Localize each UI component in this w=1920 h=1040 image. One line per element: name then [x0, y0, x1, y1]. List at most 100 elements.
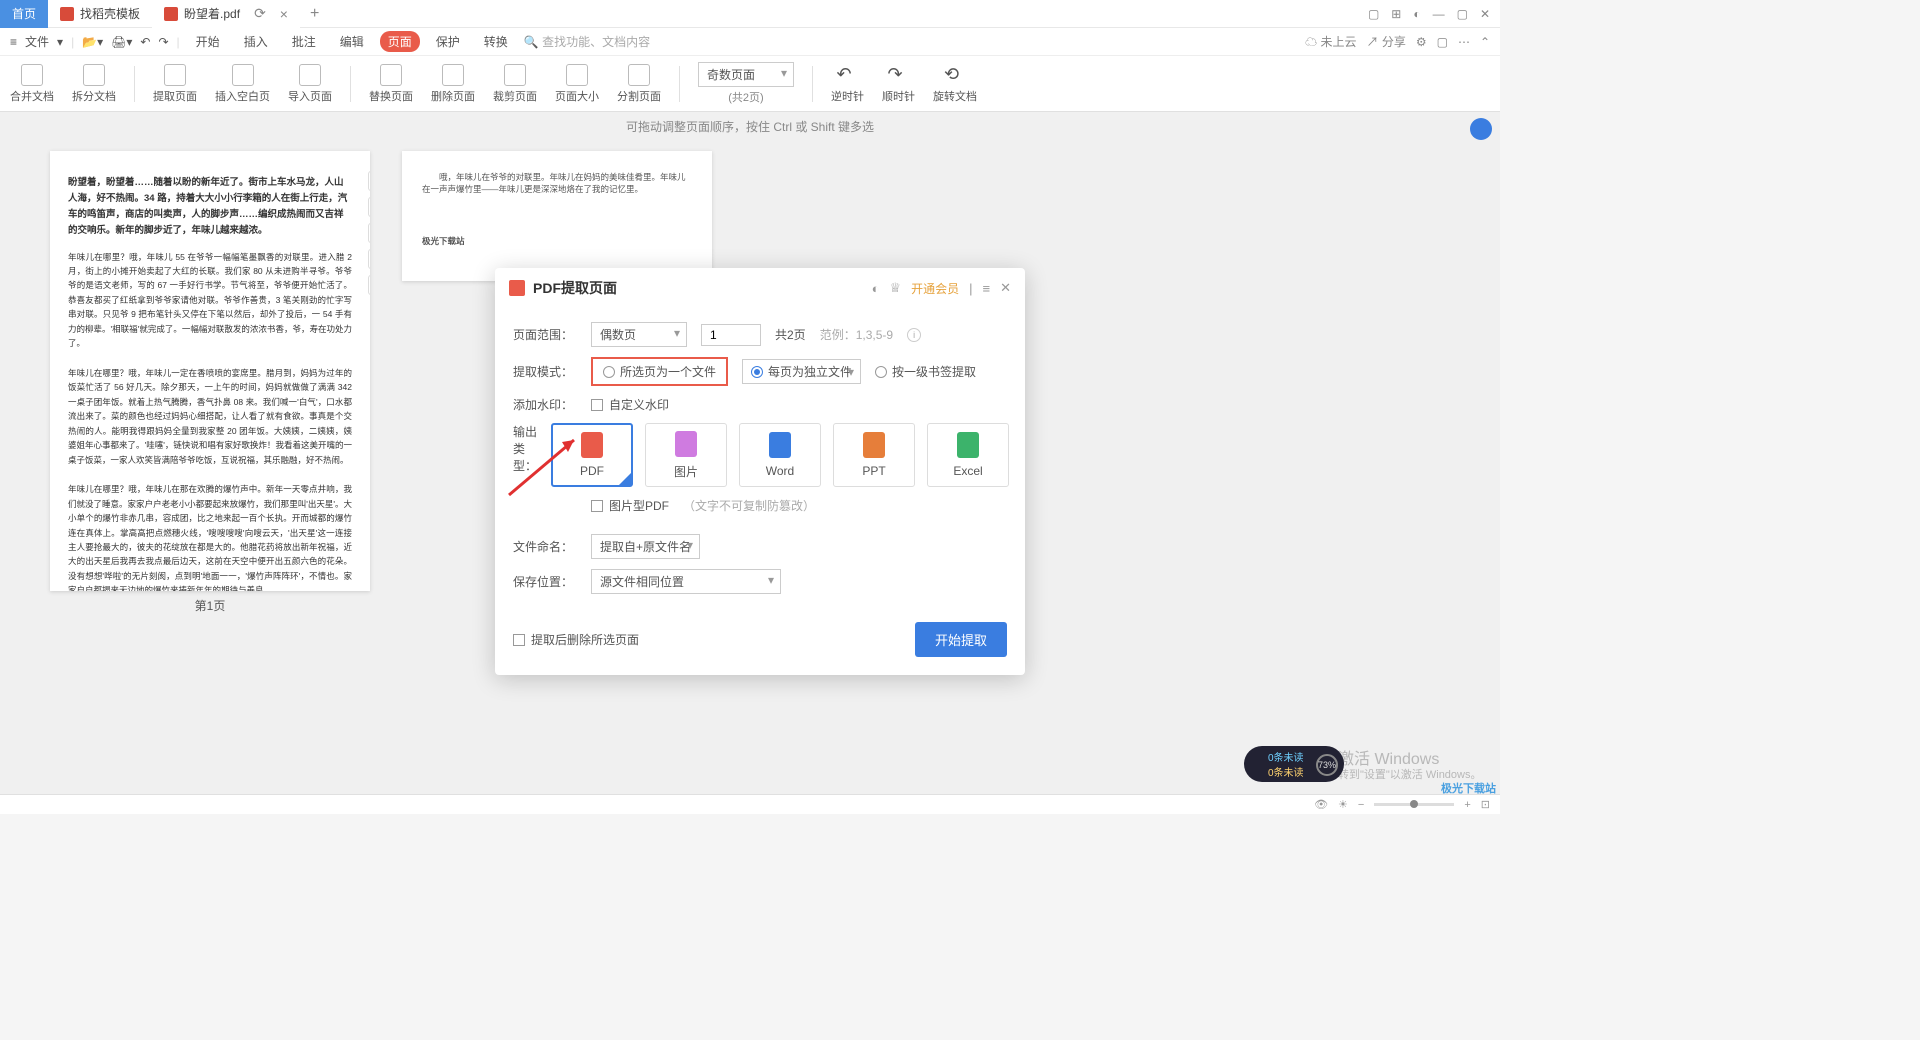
out-ppt[interactable]: PPT [833, 423, 915, 487]
rotate-icon[interactable]: ⟲ [368, 171, 370, 191]
float-badge[interactable] [1470, 118, 1492, 140]
out-excel[interactable]: Excel [927, 423, 1009, 487]
word-file-icon [769, 432, 791, 458]
share-button[interactable]: ↗ 分享 [1366, 33, 1405, 50]
import-icon [299, 64, 321, 86]
tool-rotate-cw[interactable]: ↷顺时针 [882, 64, 915, 104]
mode-each-file[interactable]: 每页为独立文件 [742, 359, 861, 384]
filename-select[interactable]: 提取自+原文件名 [591, 534, 700, 559]
range-select[interactable]: 偶数页 [591, 322, 687, 347]
zoom-out-icon[interactable]: − [1358, 799, 1364, 811]
zoom-icon[interactable]: ⊕ [368, 275, 370, 295]
dialog-title: PDF提取页面 [533, 278, 864, 298]
range-example: 范例：1,3,5-9 [820, 326, 893, 343]
menu-convert[interactable]: 转换 [476, 31, 516, 52]
range-input[interactable] [701, 324, 761, 346]
tool-insert-blank[interactable]: 插入空白页 [215, 64, 270, 104]
search-input[interactable]: 🔍 查找功能、文档内容 [524, 33, 650, 50]
tab-template[interactable]: 找稻壳模板 [48, 0, 152, 28]
tool-crop[interactable]: 裁剪页面 [493, 64, 537, 104]
notification-pill[interactable]: 0条未读 0条未读 73% [1244, 746, 1344, 782]
image-pdf-note: （文字不可复制防篡改） [683, 497, 815, 514]
tool-divide[interactable]: 分割页面 [617, 64, 661, 104]
mode-label: 提取模式： [513, 363, 577, 380]
trash-icon[interactable]: 🗑 [368, 249, 370, 269]
location-label: 保存位置： [513, 573, 577, 590]
refresh-icon[interactable]: ⟳ [254, 5, 266, 22]
ppt-file-icon [863, 432, 885, 458]
grid-icon[interactable]: ⊞ [1391, 7, 1401, 21]
chevron-up-icon[interactable]: ⌃ [1480, 35, 1490, 49]
layout-icon[interactable]: ▢ [1368, 7, 1379, 21]
avatar-small-icon[interactable]: ◐ [872, 281, 880, 296]
close-icon[interactable]: × [280, 6, 288, 22]
dialog-menu-icon[interactable]: ≡ [983, 281, 991, 296]
sun-icon[interactable]: ☀ [1338, 798, 1348, 811]
tool-merge[interactable]: 合并文档 [10, 64, 54, 104]
close-window-icon[interactable]: ✕ [1480, 7, 1490, 21]
tool-rotate-doc[interactable]: ⟲旋转文档 [933, 64, 977, 104]
more-icon[interactable]: ⋯ [1458, 35, 1470, 49]
mode-one-file[interactable]: 所选页为一个文件 [591, 357, 728, 386]
search-page-icon[interactable]: 🔍 [368, 197, 370, 217]
tool-extract[interactable]: 提取页面 [153, 64, 197, 104]
tool-rotate-ccw[interactable]: ↶逆时针 [831, 64, 864, 104]
open-icon[interactable]: 📂▾ [82, 35, 103, 49]
out-word[interactable]: Word [739, 423, 821, 487]
avatar-icon[interactable]: ◐ [1413, 7, 1420, 21]
menu-protect[interactable]: 保护 [428, 31, 468, 52]
workspace-hint: 可拖动调整页面顺序，按住 Ctrl 或 Shift 键多选 [0, 112, 1500, 141]
hamburger-icon[interactable]: ≡ [10, 35, 17, 49]
cloud-status[interactable]: ☁ 未上云 [1305, 33, 1356, 50]
tool-replace[interactable]: 替换页面 [369, 64, 413, 104]
menu-edit[interactable]: 编辑 [332, 31, 372, 52]
tool-import[interactable]: 导入页面 [288, 64, 332, 104]
gear-icon[interactable]: ⚙ [1416, 35, 1427, 49]
image-pdf-checkbox[interactable]: 图片型PDF [591, 497, 669, 514]
divide-icon [628, 64, 650, 86]
page1-p2: 年味儿在哪里？哦，年味儿一定在香喷喷的宴席里。腊月到，妈妈为过年的饭菜忙活了 5… [68, 366, 352, 467]
new-tab-button[interactable]: + [300, 5, 329, 23]
page-1[interactable]: ⟲ 🔍 ⧉ 🗑 ⊕ 盼望着，盼望着……随着以盼的新年近了。街市上车水马龙，人山人… [50, 151, 370, 591]
menu-annotate[interactable]: 批注 [284, 31, 324, 52]
out-pdf[interactable]: PDF [551, 423, 633, 487]
vip-link[interactable]: 开通会员 [911, 280, 959, 297]
file-menu[interactable]: 文件 [25, 33, 49, 50]
split-icon [83, 64, 105, 86]
fit-icon[interactable]: ⊡ [1481, 798, 1490, 811]
tool-delete[interactable]: 删除页面 [431, 64, 475, 104]
out-image[interactable]: 图片 [645, 423, 727, 487]
dialog-close-icon[interactable]: ✕ [1000, 280, 1011, 296]
print-icon[interactable]: 🖨▾ [111, 35, 132, 49]
tab-home-label: 首页 [12, 5, 36, 22]
tool-split[interactable]: 拆分文档 [72, 64, 116, 104]
info-icon[interactable]: i [907, 328, 921, 342]
redo-icon[interactable]: ↷ [158, 35, 168, 49]
location-select[interactable]: 源文件相同位置 [591, 569, 781, 594]
panel-icon[interactable]: ▢ [1437, 35, 1448, 49]
zoom-slider[interactable] [1374, 803, 1454, 806]
tab-document-label: 盼望着.pdf [184, 5, 240, 22]
watermark-checkbox[interactable]: 自定义水印 [591, 396, 669, 413]
dialog-icon [509, 280, 525, 296]
start-extract-button[interactable]: 开始提取 [915, 622, 1007, 657]
zoom-in-icon[interactable]: + [1464, 799, 1470, 811]
menu-start[interactable]: 开始 [188, 31, 228, 52]
tab-home[interactable]: 首页 [0, 0, 48, 28]
view-icon[interactable]: 👁 [1314, 798, 1328, 811]
mode-bookmark[interactable]: 按一级书签提取 [875, 363, 976, 380]
rotate-ccw-icon: ↶ [837, 64, 859, 86]
maximize-icon[interactable]: ▢ [1457, 7, 1468, 21]
menu-page[interactable]: 页面 [380, 31, 420, 52]
page-select[interactable]: 奇数页面 [698, 62, 794, 87]
tool-size[interactable]: 页面大小 [555, 64, 599, 104]
copy-page-icon[interactable]: ⧉ [368, 223, 370, 243]
tab-document[interactable]: 盼望着.pdf ⟳ × [152, 0, 300, 28]
watermark-label: 添加水印： [513, 396, 577, 413]
undo-icon[interactable]: ↶ [140, 35, 150, 49]
delete-after-checkbox[interactable]: 提取后删除所选页面 [513, 631, 639, 648]
page-2[interactable]: 哦，年味儿在爷爷的对联里。年味儿在妈妈的美味佳肴里。年味儿在一声声爆竹里——年味… [402, 151, 712, 281]
minimize-icon[interactable]: — [1433, 7, 1445, 21]
extract-icon [164, 64, 186, 86]
menu-insert[interactable]: 插入 [236, 31, 276, 52]
